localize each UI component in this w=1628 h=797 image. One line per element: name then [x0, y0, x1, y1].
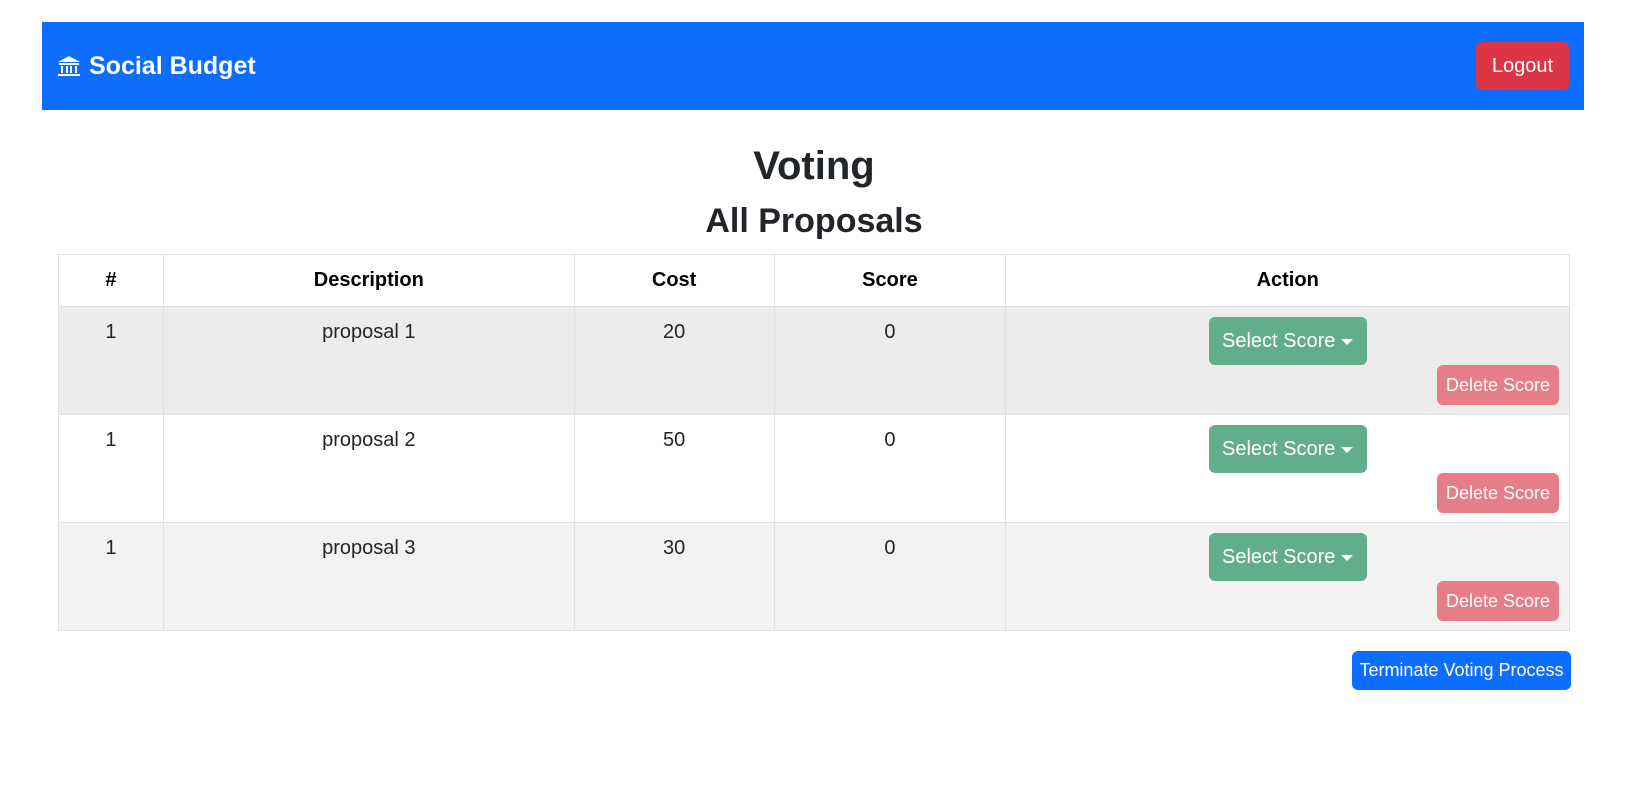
- caret-down-icon: [1341, 339, 1354, 345]
- bank-icon: [57, 54, 81, 78]
- cell-cost: 20: [573, 306, 775, 415]
- caret-down-icon: [1341, 555, 1354, 561]
- delete-score-button[interactable]: Delete Score: [1437, 473, 1559, 513]
- select-score-dropdown[interactable]: Select Score: [1208, 533, 1367, 581]
- cell-description: proposal 2: [162, 414, 575, 523]
- select-score-label: Select Score: [1221, 329, 1336, 352]
- header-score: Score: [773, 254, 1007, 307]
- terminate-voting-button[interactable]: Terminate Voting Process: [1352, 651, 1571, 690]
- cell-description: proposal 1: [162, 306, 575, 415]
- logout-button[interactable]: Logout: [1475, 42, 1569, 90]
- cell-cost: 30: [573, 522, 775, 631]
- select-score-label: Select Score: [1221, 437, 1336, 460]
- cell-score: 0: [773, 414, 1007, 523]
- header-cost: Cost: [573, 254, 775, 307]
- cell-number: 1: [58, 306, 164, 415]
- cell-action: Select Score Delete Score: [1005, 522, 1570, 631]
- cell-cost: 50: [573, 414, 775, 523]
- proposals-table: # Description Cost Score Action 1 propos…: [58, 254, 1570, 631]
- table-row: 1 proposal 2 50 0 Select Score Delete Sc…: [58, 414, 1570, 523]
- table-row: 1 proposal 3 30 0 Select Score Delete Sc…: [58, 522, 1570, 631]
- cell-number: 1: [58, 414, 164, 523]
- table-row: 1 proposal 1 20 0 Select Score Delete Sc…: [58, 306, 1570, 415]
- page-subtitle: All Proposals: [705, 202, 923, 240]
- cell-score: 0: [773, 306, 1007, 415]
- delete-score-button[interactable]: Delete Score: [1437, 581, 1559, 621]
- cell-score: 0: [773, 522, 1007, 631]
- select-score-dropdown[interactable]: Select Score: [1208, 317, 1367, 365]
- header-description: Description: [162, 254, 575, 307]
- page-title: Voting: [753, 144, 875, 188]
- delete-score-button[interactable]: Delete Score: [1437, 365, 1559, 405]
- brand-label: Social Budget: [89, 51, 256, 80]
- cell-action: Select Score Delete Score: [1005, 306, 1570, 415]
- select-score-dropdown[interactable]: Select Score: [1208, 425, 1367, 473]
- navbar: Social Budget Logout: [42, 22, 1584, 110]
- select-score-label: Select Score: [1221, 545, 1336, 568]
- table-header-row: # Description Cost Score Action: [58, 254, 1570, 307]
- header-action: Action: [1005, 254, 1570, 307]
- cell-number: 1: [58, 522, 164, 631]
- cell-description: proposal 3: [162, 522, 575, 631]
- header-number: #: [58, 254, 164, 307]
- brand-link[interactable]: Social Budget: [57, 52, 256, 81]
- caret-down-icon: [1341, 447, 1354, 453]
- cell-action: Select Score Delete Score: [1005, 414, 1570, 523]
